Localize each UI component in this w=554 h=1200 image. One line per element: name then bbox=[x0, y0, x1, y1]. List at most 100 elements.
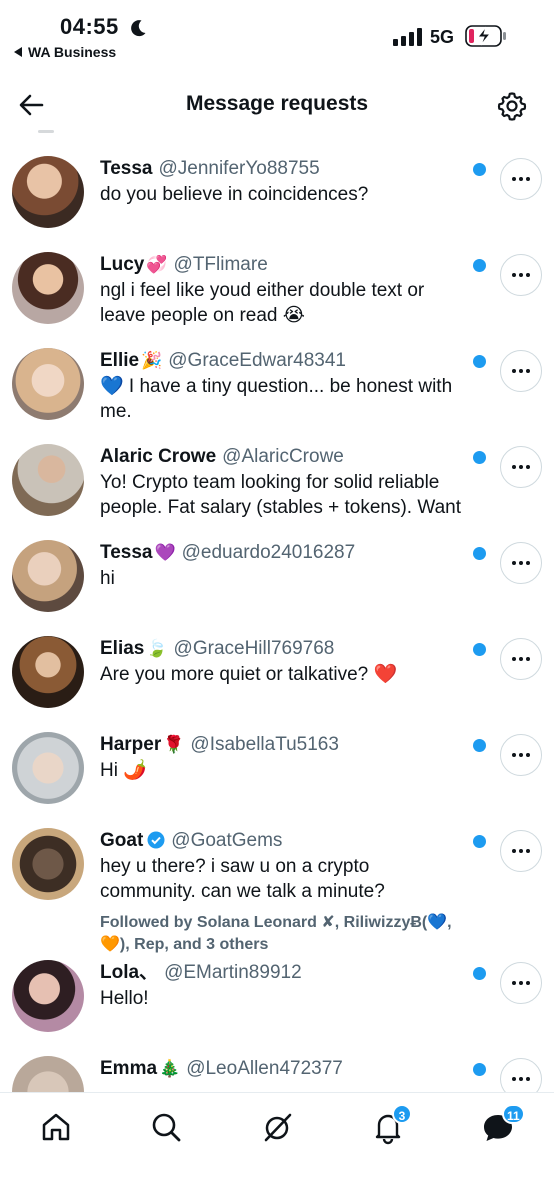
more-dot-icon bbox=[512, 657, 516, 661]
avatar[interactable] bbox=[12, 252, 84, 324]
more-dot-icon bbox=[512, 753, 516, 757]
more-options-button[interactable] bbox=[500, 962, 542, 1004]
request-content: Harper 🌹 @IsabellaTu5163 Hi 🌶️ bbox=[100, 732, 470, 783]
avatar[interactable] bbox=[12, 348, 84, 420]
sender-name: Tessa bbox=[100, 542, 153, 563]
more-dot-icon bbox=[526, 981, 530, 985]
sender-name: Goat bbox=[100, 830, 144, 851]
messages-badge: 11 bbox=[502, 1104, 525, 1124]
sender-handle: @LeoAllen472377 bbox=[186, 1058, 343, 1079]
message-preview: 💙 I have a tiny question... be honest wi… bbox=[100, 376, 453, 422]
request-row[interactable]: Harper 🌹 @IsabellaTu5163 Hi 🌶️ bbox=[0, 720, 554, 816]
request-row[interactable]: Tessa 💜 @eduardo24016287 hi bbox=[0, 528, 554, 624]
message-preview: Are you more quiet or talkative? ❤️ bbox=[100, 664, 398, 685]
more-dot-icon bbox=[526, 561, 530, 565]
more-options-button[interactable] bbox=[500, 638, 542, 680]
name-line: Goat @GoatGems bbox=[100, 828, 470, 854]
request-content: Tessa 💜 @eduardo24016287 hi bbox=[100, 540, 470, 591]
more-dot-icon bbox=[526, 369, 530, 373]
name-emoji: 🍃 bbox=[146, 639, 168, 658]
avatar[interactable] bbox=[12, 828, 84, 900]
avatar[interactable] bbox=[12, 636, 84, 708]
request-row[interactable]: Lola、 @EMartin89912 Hello! bbox=[0, 948, 554, 1044]
more-options-button[interactable] bbox=[500, 254, 542, 296]
more-dot-icon bbox=[519, 561, 523, 565]
request-content: Emma 🎄 @LeoAllen472377 bbox=[100, 1056, 470, 1082]
name-line: Lola、 @EMartin89912 bbox=[100, 960, 470, 986]
sender-handle: @eduardo24016287 bbox=[181, 542, 356, 563]
unread-dot bbox=[473, 643, 486, 656]
unread-dot bbox=[473, 739, 486, 752]
name-line: Emma 🎄 @LeoAllen472377 bbox=[100, 1056, 470, 1082]
name-line: Elias 🍃 @GraceHill769768 bbox=[100, 636, 470, 662]
sender-name: Ellie bbox=[100, 350, 140, 371]
request-row[interactable]: Lucy 💞 @TFlimare ngl i feel like youd eithe… bbox=[0, 240, 554, 336]
name-line: Tessa @JenniferYo88755 bbox=[100, 156, 470, 182]
message-preview: Hello! bbox=[100, 988, 149, 1009]
back-triangle-icon bbox=[14, 47, 22, 57]
name-line: Alaric Crowe @AlaricCrowe bbox=[100, 444, 470, 470]
sender-handle: @GoatGems bbox=[171, 830, 283, 851]
request-row[interactable]: Ellie 🎉 @GraceEdwar48341 💙 I have a tiny qu… bbox=[0, 336, 554, 432]
name-line: Lucy 💞 @TFlimare bbox=[100, 252, 470, 278]
more-dot-icon bbox=[526, 657, 530, 661]
request-content: Elias 🍃 @GraceHill769768 Are you more quiet… bbox=[100, 636, 470, 687]
scroll-hint bbox=[38, 130, 54, 133]
name-line: Harper 🌹 @IsabellaTu5163 bbox=[100, 732, 470, 758]
request-content: Alaric Crowe @AlaricCrowe Yo! Crypto team … bbox=[100, 444, 470, 520]
request-row[interactable]: Elias 🍃 @GraceHill769768 Are you more quiet… bbox=[0, 624, 554, 720]
sender-handle: @TFlimare bbox=[173, 254, 268, 275]
avatar[interactable] bbox=[12, 960, 84, 1032]
more-options-button[interactable] bbox=[500, 734, 542, 776]
header: Message requests bbox=[0, 72, 554, 136]
avatar[interactable] bbox=[12, 732, 84, 804]
message-preview: ngl i feel like youd either double text … bbox=[100, 280, 425, 326]
name-emoji: 💜 bbox=[154, 543, 176, 562]
sender-handle: @GraceEdwar48341 bbox=[168, 350, 346, 371]
more-dot-icon bbox=[526, 177, 530, 181]
home-icon[interactable] bbox=[38, 1109, 74, 1145]
name-emoji: 🎉 bbox=[141, 351, 163, 370]
more-options-button[interactable] bbox=[500, 830, 542, 872]
sender-handle: @JenniferYo88755 bbox=[158, 158, 320, 179]
avatar[interactable] bbox=[12, 156, 84, 228]
more-dot-icon bbox=[519, 1077, 523, 1081]
back-to-app-link[interactable]: WA Business bbox=[14, 44, 116, 60]
unread-dot bbox=[473, 259, 486, 272]
more-options-button[interactable] bbox=[500, 542, 542, 584]
gear-icon[interactable] bbox=[496, 90, 528, 122]
unread-dot bbox=[473, 1063, 486, 1076]
name-emoji: 🌹 bbox=[163, 735, 185, 754]
request-row[interactable]: Alaric Crowe @AlaricCrowe Yo! Crypto team … bbox=[0, 432, 554, 528]
request-content: Lucy 💞 @TFlimare ngl i feel like youd eithe… bbox=[100, 252, 470, 328]
more-options-button[interactable] bbox=[500, 446, 542, 488]
message-preview: Yo! Crypto team looking for solid reliab… bbox=[100, 472, 461, 518]
name-emoji: 🎄 bbox=[159, 1059, 181, 1078]
more-options-button[interactable] bbox=[500, 158, 542, 200]
back-app-label: WA Business bbox=[28, 44, 117, 60]
more-dot-icon bbox=[519, 981, 523, 985]
unread-dot bbox=[473, 835, 486, 848]
verified-badge-icon bbox=[147, 831, 165, 849]
more-dot-icon bbox=[526, 849, 530, 853]
more-dot-icon bbox=[519, 369, 523, 373]
more-dot-icon bbox=[519, 177, 523, 181]
more-dot-icon bbox=[519, 753, 523, 757]
search-icon[interactable] bbox=[148, 1109, 184, 1145]
more-dot-icon bbox=[519, 273, 523, 277]
grok-icon[interactable] bbox=[260, 1109, 296, 1145]
avatar[interactable] bbox=[12, 444, 84, 516]
avatar[interactable] bbox=[12, 540, 84, 612]
request-row[interactable]: Goat @GoatGems hey u there? i saw u on a c… bbox=[0, 816, 554, 953]
unread-dot bbox=[473, 163, 486, 176]
request-row[interactable]: Tessa @JenniferYo88755 do you believe in c… bbox=[0, 144, 554, 240]
more-options-button[interactable] bbox=[500, 350, 542, 392]
bottom-tab-bar: 3 11 bbox=[0, 1092, 554, 1200]
status-bar: 04:55 WA Business 5G bbox=[0, 0, 554, 68]
cellular-signal-icon bbox=[393, 28, 422, 46]
name-line: Tessa 💜 @eduardo24016287 bbox=[100, 540, 470, 566]
notifications-badge: 3 bbox=[392, 1104, 412, 1124]
more-dot-icon bbox=[512, 561, 516, 565]
more-dot-icon bbox=[526, 273, 530, 277]
network-type: 5G bbox=[430, 27, 455, 47]
